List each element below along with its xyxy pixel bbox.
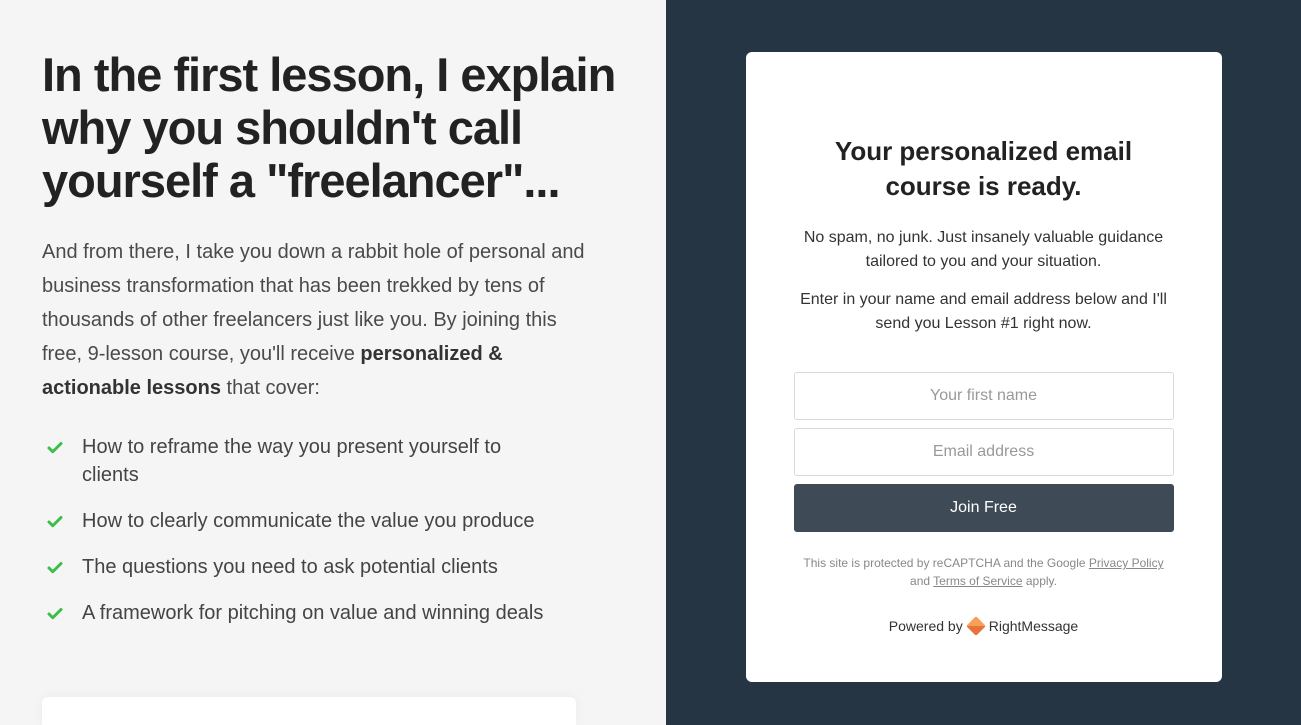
check-icon <box>46 439 64 457</box>
intro-text-pre: And from there, I take you down a rabbit… <box>42 241 585 365</box>
powered-by: Powered by RightMessage <box>794 618 1174 634</box>
next-section-peek <box>42 697 576 725</box>
intro-paragraph: And from there, I take you down a rabbit… <box>42 235 602 405</box>
page-headline: In the first lesson, I explain why you s… <box>42 48 624 207</box>
list-item: How to reframe the way you present yours… <box>46 433 624 489</box>
powered-by-brand: RightMessage <box>989 618 1079 634</box>
legal-pre: This site is protected by reCAPTCHA and … <box>803 556 1088 570</box>
privacy-policy-link[interactable]: Privacy Policy <box>1089 556 1164 570</box>
legal-and: and <box>910 574 933 588</box>
bullet-text: The questions you need to ask potential … <box>82 553 498 581</box>
list-item: The questions you need to ask potential … <box>46 553 624 581</box>
check-icon <box>46 559 64 577</box>
check-icon <box>46 513 64 531</box>
card-subtitle-2: Enter in your name and email address bel… <box>794 288 1174 336</box>
signup-column: Your personalized email course is ready.… <box>666 0 1301 725</box>
content-column: In the first lesson, I explain why you s… <box>0 0 666 725</box>
check-icon <box>46 605 64 623</box>
form-fields: Join Free <box>794 364 1174 532</box>
legal-post: apply. <box>1023 574 1057 588</box>
intro-text-post: that cover: <box>221 377 320 399</box>
powered-by-pre: Powered by <box>889 618 963 634</box>
signup-card: Your personalized email course is ready.… <box>746 52 1222 682</box>
rightmessage-logo-icon <box>966 616 986 636</box>
legal-text: This site is protected by reCAPTCHA and … <box>794 554 1174 590</box>
bullet-list: How to reframe the way you present yours… <box>42 433 624 627</box>
bullet-text: How to clearly communicate the value you… <box>82 507 534 535</box>
first-name-input[interactable] <box>794 372 1174 420</box>
join-free-button[interactable]: Join Free <box>794 484 1174 532</box>
card-subtitle-1: No spam, no junk. Just insanely valuable… <box>794 226 1174 274</box>
bullet-text: A framework for pitching on value and wi… <box>82 599 543 627</box>
terms-of-service-link[interactable]: Terms of Service <box>933 574 1022 588</box>
card-title: Your personalized email course is ready. <box>794 134 1174 204</box>
email-input[interactable] <box>794 428 1174 476</box>
list-item: How to clearly communicate the value you… <box>46 507 624 535</box>
list-item: A framework for pitching on value and wi… <box>46 599 624 627</box>
bullet-text: How to reframe the way you present yours… <box>82 433 562 489</box>
